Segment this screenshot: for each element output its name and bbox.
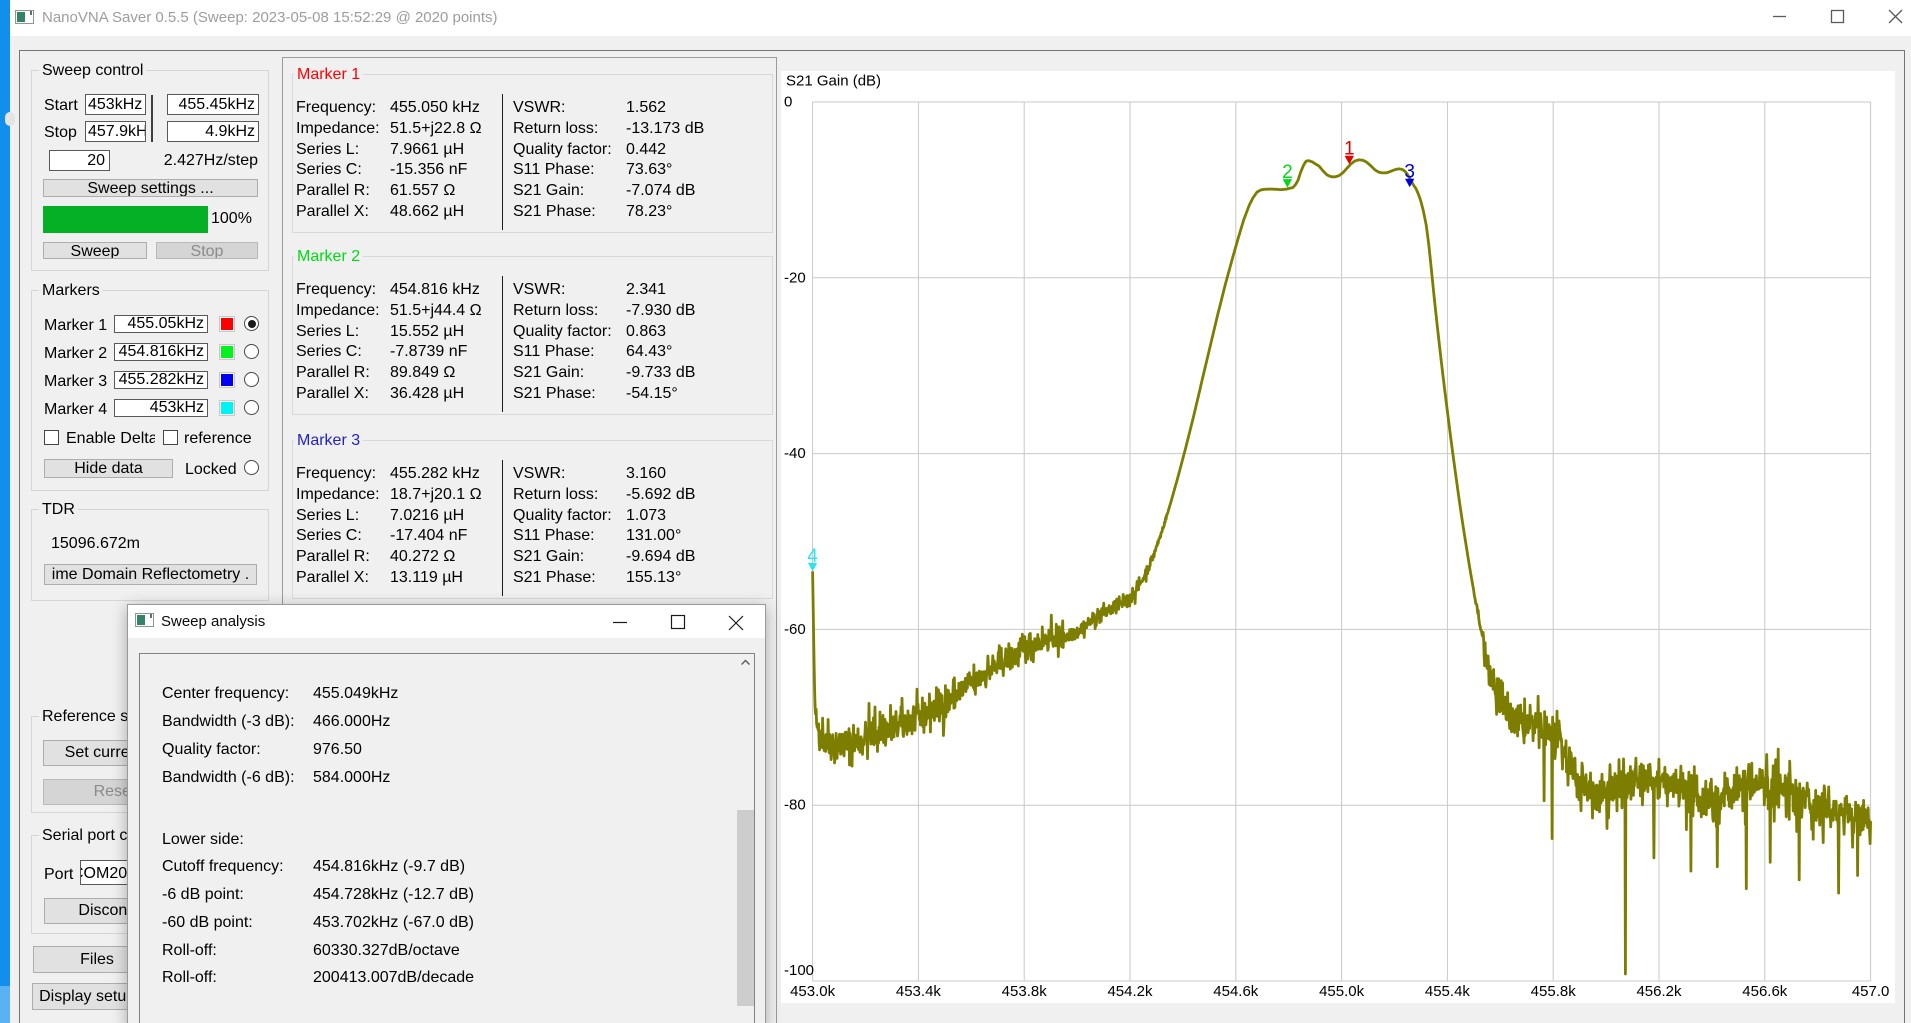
- svg-text:3: 3: [1404, 162, 1415, 183]
- svg-text:454.6k: 454.6k: [1213, 983, 1259, 1000]
- svg-text:4: 4: [807, 546, 818, 567]
- svg-text:457.0: 457.0: [1852, 983, 1890, 1000]
- svg-text:1: 1: [1344, 139, 1355, 160]
- svg-text:-20: -20: [784, 269, 806, 286]
- svg-text:453.8k: 453.8k: [1002, 983, 1048, 1000]
- svg-text:S21 Gain (dB): S21 Gain (dB): [786, 73, 881, 90]
- svg-text:453.0k: 453.0k: [790, 983, 836, 1000]
- svg-text:455.0k: 455.0k: [1319, 983, 1365, 1000]
- svg-text:455.8k: 455.8k: [1531, 983, 1577, 1000]
- svg-text:456.6k: 456.6k: [1742, 983, 1788, 1000]
- svg-text:456.2k: 456.2k: [1636, 983, 1682, 1000]
- svg-text:-80: -80: [784, 797, 806, 814]
- svg-text:0: 0: [784, 94, 792, 111]
- svg-text:453.4k: 453.4k: [896, 983, 942, 1000]
- svg-text:-60: -60: [784, 621, 806, 638]
- svg-text:-40: -40: [784, 445, 806, 462]
- svg-text:455.4k: 455.4k: [1425, 983, 1471, 1000]
- svg-text:2: 2: [1282, 162, 1293, 183]
- svg-text:454.2k: 454.2k: [1107, 983, 1153, 1000]
- svg-text:-100: -100: [784, 962, 814, 979]
